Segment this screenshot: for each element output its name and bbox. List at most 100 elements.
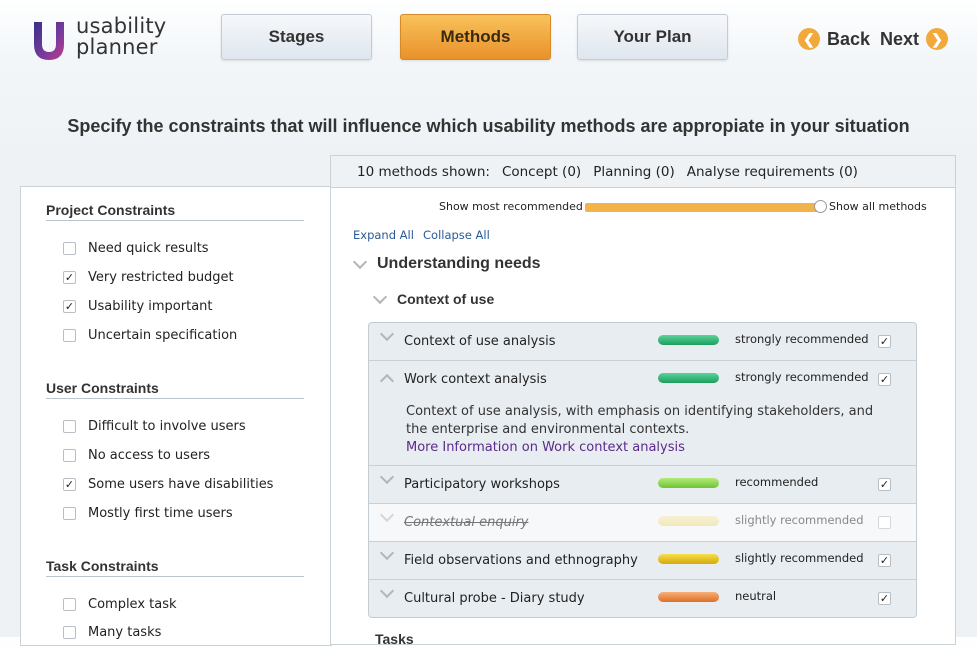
rating-bar xyxy=(658,478,719,488)
next-button[interactable]: Next ❯ xyxy=(880,28,949,50)
user-constraints-title: User Constraints xyxy=(46,380,304,399)
method-checkbox[interactable]: ✓ xyxy=(878,592,891,605)
method-name: Context of use analysis xyxy=(404,334,556,349)
chevron-down-icon[interactable] xyxy=(379,469,395,485)
constraint-no-access-to-users[interactable]: No access to users xyxy=(63,446,210,464)
methods-button[interactable]: Methods xyxy=(400,14,551,60)
checkbox[interactable] xyxy=(63,241,76,255)
methods-summary-bar: 10 methods shown: Concept (0) Planning (… xyxy=(331,156,955,188)
chevron-down-icon[interactable] xyxy=(379,326,395,342)
collapse-all-link[interactable]: Collapse All xyxy=(423,228,490,242)
methods-list: Context of use analysis strongly recomme… xyxy=(368,322,917,618)
logo-mark-icon xyxy=(34,22,64,60)
arrow-left-icon: ❮ xyxy=(798,28,820,50)
method-row[interactable]: Cultural probe - Diary study neutral ✓ xyxy=(369,580,916,617)
app-logo: usability planner xyxy=(30,16,180,66)
method-row-expanded[interactable]: Work context analysis strongly recommend… xyxy=(369,361,916,466)
constraint-need-quick-results[interactable]: Need quick results xyxy=(63,239,209,257)
checkbox[interactable] xyxy=(63,597,76,611)
rating-label: strongly recommended xyxy=(735,370,869,384)
method-name: Cultural probe - Diary study xyxy=(404,591,585,606)
checkbox[interactable]: ✓ xyxy=(63,477,76,491)
constraint-many-tasks[interactable]: Many tasks xyxy=(63,623,161,641)
slider-track[interactable] xyxy=(585,203,818,212)
method-row-filtered[interactable]: Contextual enquiry slightly recommended xyxy=(369,504,916,542)
rating-label: strongly recommended xyxy=(735,332,869,346)
constraint-label: Mostly first time users xyxy=(88,505,233,521)
logo-text-line1: usability xyxy=(76,14,167,38)
arrow-right-icon: ❯ xyxy=(926,28,949,50)
checkbox[interactable] xyxy=(63,506,76,520)
chevron-down-icon[interactable] xyxy=(379,507,395,523)
checkbox[interactable]: ✓ xyxy=(63,270,76,284)
stage-filter-analyse-requirements[interactable]: Analyse requirements (0) xyxy=(687,164,858,180)
more-info-link[interactable]: More Information on Work context analysi… xyxy=(406,440,685,455)
slider-right-label: Show all methods xyxy=(829,200,927,213)
logo-text-line2: planner xyxy=(76,35,158,59)
slider-left-label: Show most recommended xyxy=(439,200,583,213)
method-row[interactable]: Context of use analysis strongly recomme… xyxy=(369,323,916,361)
section-understanding-needs[interactable]: Understanding needs xyxy=(352,254,541,273)
method-checkbox[interactable] xyxy=(878,516,891,529)
constraint-very-restricted-budget[interactable]: ✓ Very restricted budget xyxy=(63,268,234,286)
constraint-label: Complex task xyxy=(88,596,177,612)
method-checkbox[interactable]: ✓ xyxy=(878,478,891,491)
rating-bar xyxy=(658,516,719,526)
constraint-some-users-have-disabilities[interactable]: ✓ Some users have disabilities xyxy=(63,475,273,493)
constraint-label: Usability important xyxy=(88,298,213,314)
method-description: Context of use analysis, with emphasis o… xyxy=(406,404,874,437)
rating-label: neutral xyxy=(735,589,777,603)
constraint-label: Difficult to involve users xyxy=(88,418,246,434)
rating-bar xyxy=(658,373,719,383)
checkbox[interactable] xyxy=(63,419,76,433)
constraint-usability-important[interactable]: ✓ Usability important xyxy=(63,297,213,315)
method-row[interactable]: Field observations and ethnography sligh… xyxy=(369,542,916,580)
recommendation-slider: Show most recommended Show all methods xyxy=(331,199,955,217)
subsection-context-of-use[interactable]: Context of use xyxy=(372,289,495,307)
method-name: Contextual enquiry xyxy=(404,515,529,530)
constraint-label: Very restricted budget xyxy=(88,269,234,285)
method-checkbox[interactable]: ✓ xyxy=(878,554,891,567)
back-label: Back xyxy=(827,28,871,49)
methods-count: 10 methods shown: xyxy=(357,163,490,180)
method-row[interactable]: Participatory workshops recommended ✓ xyxy=(369,466,916,504)
chevron-up-icon[interactable] xyxy=(379,373,395,389)
back-button[interactable]: ❮ Back xyxy=(798,28,870,50)
rating-label: recommended xyxy=(735,475,819,489)
chevron-down-icon xyxy=(352,254,368,269)
methods-panel: 10 methods shown: Concept (0) Planning (… xyxy=(330,155,956,647)
chevron-down-icon[interactable] xyxy=(379,583,395,599)
stages-button[interactable]: Stages xyxy=(221,14,372,60)
subsection-title: Context of use xyxy=(397,291,495,307)
constraint-mostly-first-time-users[interactable]: Mostly first time users xyxy=(63,504,233,522)
your-plan-button[interactable]: Your Plan xyxy=(577,14,728,60)
method-name: Field observations and ethnography xyxy=(404,553,638,568)
constraint-label: Some users have disabilities xyxy=(88,476,274,492)
chevron-down-icon[interactable] xyxy=(379,545,395,561)
subsection-tasks[interactable]: Tasks xyxy=(375,631,414,647)
constraint-uncertain-specification[interactable]: Uncertain specification xyxy=(63,326,237,344)
expand-all-link[interactable]: Expand All xyxy=(353,228,414,242)
checkbox[interactable]: ✓ xyxy=(63,299,76,313)
rating-label: slightly recommended xyxy=(735,513,864,527)
rating-label: slightly recommended xyxy=(735,551,864,565)
checkbox[interactable] xyxy=(63,328,76,342)
rating-bar xyxy=(658,592,719,602)
method-name: Work context analysis xyxy=(404,372,547,387)
method-checkbox[interactable]: ✓ xyxy=(878,373,891,386)
method-name: Participatory workshops xyxy=(404,477,560,492)
constraint-label: No access to users xyxy=(88,447,211,463)
constraint-label: Uncertain specification xyxy=(88,327,238,343)
task-constraints-title: Task Constraints xyxy=(46,558,304,577)
checkbox[interactable] xyxy=(63,448,76,462)
project-constraints-title: Project Constraints xyxy=(46,202,304,221)
page-heading: Specify the constraints that will influe… xyxy=(67,116,910,136)
chevron-down-icon xyxy=(372,289,388,304)
stage-filter-planning[interactable]: Planning (0) xyxy=(593,164,675,180)
slider-handle[interactable] xyxy=(814,200,827,213)
stage-filter-concept[interactable]: Concept (0) xyxy=(502,164,581,180)
constraint-difficult-to-involve-users[interactable]: Difficult to involve users xyxy=(63,417,246,435)
constraint-label: Many tasks xyxy=(88,624,162,640)
constraint-complex-task[interactable]: Complex task xyxy=(63,595,177,613)
method-checkbox[interactable]: ✓ xyxy=(878,335,891,348)
